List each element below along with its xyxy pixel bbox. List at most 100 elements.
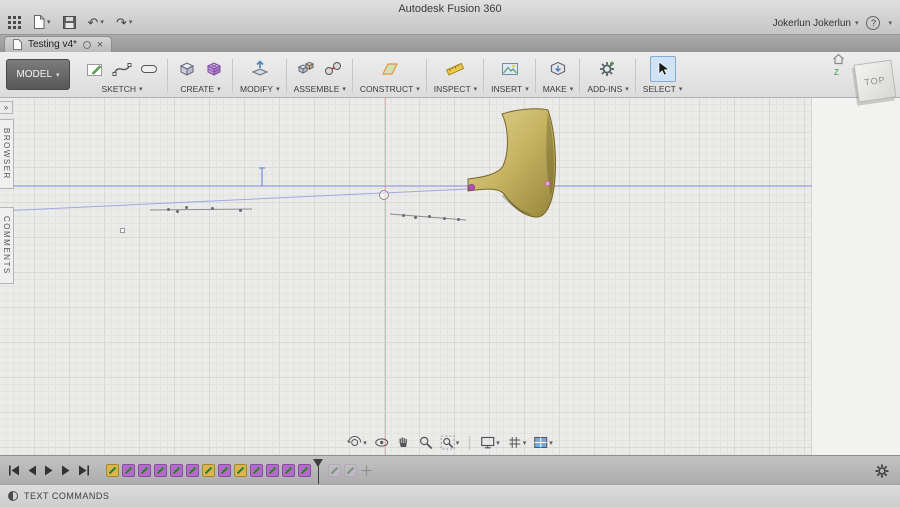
press-pull-icon[interactable] — [248, 57, 272, 81]
pan-icon[interactable] — [396, 435, 411, 450]
origin-point[interactable] — [379, 190, 389, 200]
insert-image-icon[interactable] — [498, 57, 522, 81]
new-component-icon[interactable] — [294, 57, 318, 81]
dimension-marker[interactable] — [259, 167, 265, 186]
timeline-feature-sketch-ghost[interactable] — [344, 463, 357, 477]
joint-icon[interactable] — [321, 57, 345, 81]
fusion-window: Autodesk Fusion 360 ▾ ↶ ▾ ↷ ▾ Jokerlun Jok… — [0, 0, 900, 507]
group-make: MAKE ▾ — [536, 55, 581, 97]
tab-sync-icon[interactable] — [82, 40, 91, 49]
viewports-icon[interactable]: ▾ — [533, 435, 553, 450]
timeline-feature-sketch[interactable] — [122, 463, 135, 477]
timeline-bar — [0, 455, 900, 486]
primitive-box-icon[interactable] — [175, 57, 199, 81]
sketch-point[interactable] — [175, 209, 179, 213]
statusbar: TEXT COMMANDS — [0, 484, 900, 507]
sketch-point[interactable] — [238, 208, 242, 212]
sketch-geometry — [0, 108, 812, 221]
skip-end-icon[interactable] — [78, 465, 90, 476]
text-commands-label[interactable]: TEXT COMMANDS — [24, 491, 109, 501]
tab-close-icon[interactable]: × — [97, 39, 103, 50]
expand-panel-icon[interactable]: » — [0, 101, 13, 114]
add-ins-gear-icon[interactable] — [596, 57, 620, 81]
help-button[interactable]: ? — [866, 16, 881, 30]
timeline-feature-gold[interactable] — [106, 463, 119, 477]
step-forward-icon[interactable] — [61, 465, 71, 476]
browser-panel-tab[interactable]: BROWSER — [0, 119, 14, 189]
timeline-feature-sketch[interactable] — [298, 463, 311, 477]
timeline-feature-sketch[interactable] — [266, 463, 279, 477]
timeline-position-marker[interactable] — [313, 459, 323, 486]
step-back-icon[interactable] — [27, 465, 37, 476]
sketch-construction-line[interactable] — [0, 188, 469, 212]
toolbar-groups: SKETCH ▾ CREATE ▾ MODIFY ▾ ASSEMBLE ▾ CO… — [76, 55, 689, 97]
horn-body[interactable] — [467, 108, 556, 218]
make-3d-print-icon[interactable] — [546, 57, 570, 81]
play-icon[interactable] — [44, 465, 54, 476]
sketch-point[interactable] — [166, 207, 170, 211]
titlebar: Autodesk Fusion 360 ▾ ↶ ▾ ↷ ▾ Jokerlun Jok… — [0, 0, 900, 35]
timeline-feature-gold[interactable] — [234, 463, 247, 477]
slot-tool-icon[interactable] — [137, 57, 161, 81]
spline-tool-icon[interactable] — [110, 57, 134, 81]
create-sketch-icon[interactable] — [83, 57, 107, 81]
viewcube-top-face[interactable]: TOP — [853, 59, 897, 103]
comments-panel-tab[interactable]: COMMENTS — [0, 206, 14, 284]
workspace-switcher[interactable]: MODEL ▾ — [6, 59, 70, 90]
z-axis-label: Z — [834, 68, 839, 77]
document-icon — [13, 39, 22, 50]
sketch-point[interactable] — [184, 205, 188, 209]
timeline-feature-sketch-ghost[interactable] — [328, 463, 341, 477]
save-icon[interactable] — [62, 15, 76, 29]
timeline-feature-sketch[interactable] — [282, 463, 295, 477]
group-add-ins: ADD-INS ▾ — [580, 55, 637, 97]
timeline-feature-sketch[interactable] — [218, 463, 231, 477]
timeline-feature-sketch[interactable] — [186, 463, 199, 477]
window-title: Autodesk Fusion 360 — [398, 3, 502, 15]
display-settings-icon[interactable]: ▾ — [480, 435, 500, 450]
group-modify: MODIFY ▾ — [233, 55, 287, 97]
sketch-point[interactable] — [427, 214, 431, 218]
sketch-point[interactable] — [210, 206, 214, 210]
help-menu-caret[interactable]: ▾ — [888, 19, 892, 27]
undo-icon[interactable]: ↶ ▾ — [88, 16, 104, 29]
sketch-point[interactable] — [442, 216, 446, 220]
sketch-segment-left[interactable] — [149, 208, 253, 211]
open-sketch-point[interactable] — [120, 228, 125, 233]
timeline-feature-gold[interactable] — [202, 463, 215, 477]
fit-icon[interactable]: ▾ — [440, 435, 459, 450]
redo-icon[interactable]: ↷ ▾ — [116, 16, 132, 29]
timeline-features — [106, 463, 311, 477]
quick-access-toolbar: ▾ ↶ ▾ ↷ ▾ — [8, 15, 132, 29]
grid-snaps-icon[interactable]: ▾ — [507, 435, 526, 450]
timeline-settings-gear-icon[interactable] — [874, 463, 890, 484]
user-menu[interactable]: Jokerlun Jokerlun ▾ — [773, 18, 859, 29]
zoom-icon[interactable] — [418, 435, 433, 450]
app-grid-icon[interactable] — [8, 15, 21, 29]
highlighted-sketch-point[interactable] — [545, 181, 550, 186]
look-at-icon[interactable] — [374, 435, 389, 450]
ribbon-toolbar: MODEL ▾ SKETCH ▾ CREATE ▾ MODIFY ▾ ASSEM… — [0, 52, 900, 98]
sketch-point[interactable] — [413, 215, 417, 219]
orbit-icon[interactable]: ▾ — [347, 435, 367, 450]
select-cursor-icon[interactable] — [649, 55, 676, 82]
file-icon[interactable]: ▾ — [33, 15, 51, 29]
selected-sketch-point[interactable] — [468, 184, 475, 191]
construction-plane-icon[interactable] — [378, 57, 402, 81]
viewport-canvas[interactable]: ▾ ▾ ▾ ▾ ▾ — [0, 98, 900, 455]
document-tab-label: Testing v4* — [28, 39, 77, 50]
measure-icon[interactable] — [443, 57, 467, 81]
timeline-feature-sketch[interactable] — [138, 463, 151, 477]
timeline-feature-sketch[interactable] — [154, 463, 167, 477]
group-insert: INSERT ▾ — [484, 55, 536, 97]
create-form-icon[interactable] — [202, 57, 226, 81]
document-tab[interactable]: Testing v4* × — [4, 36, 113, 52]
text-commands-icon[interactable] — [8, 491, 18, 501]
sketch-point[interactable] — [456, 217, 460, 221]
sketch-point[interactable] — [401, 213, 405, 217]
group-select: SELECT ▾ — [636, 55, 690, 97]
timeline-feature-sketch[interactable] — [250, 463, 263, 477]
skip-start-icon[interactable] — [8, 465, 20, 476]
timeline-feature-move-ghost[interactable] — [360, 464, 373, 477]
timeline-feature-sketch[interactable] — [170, 463, 183, 477]
